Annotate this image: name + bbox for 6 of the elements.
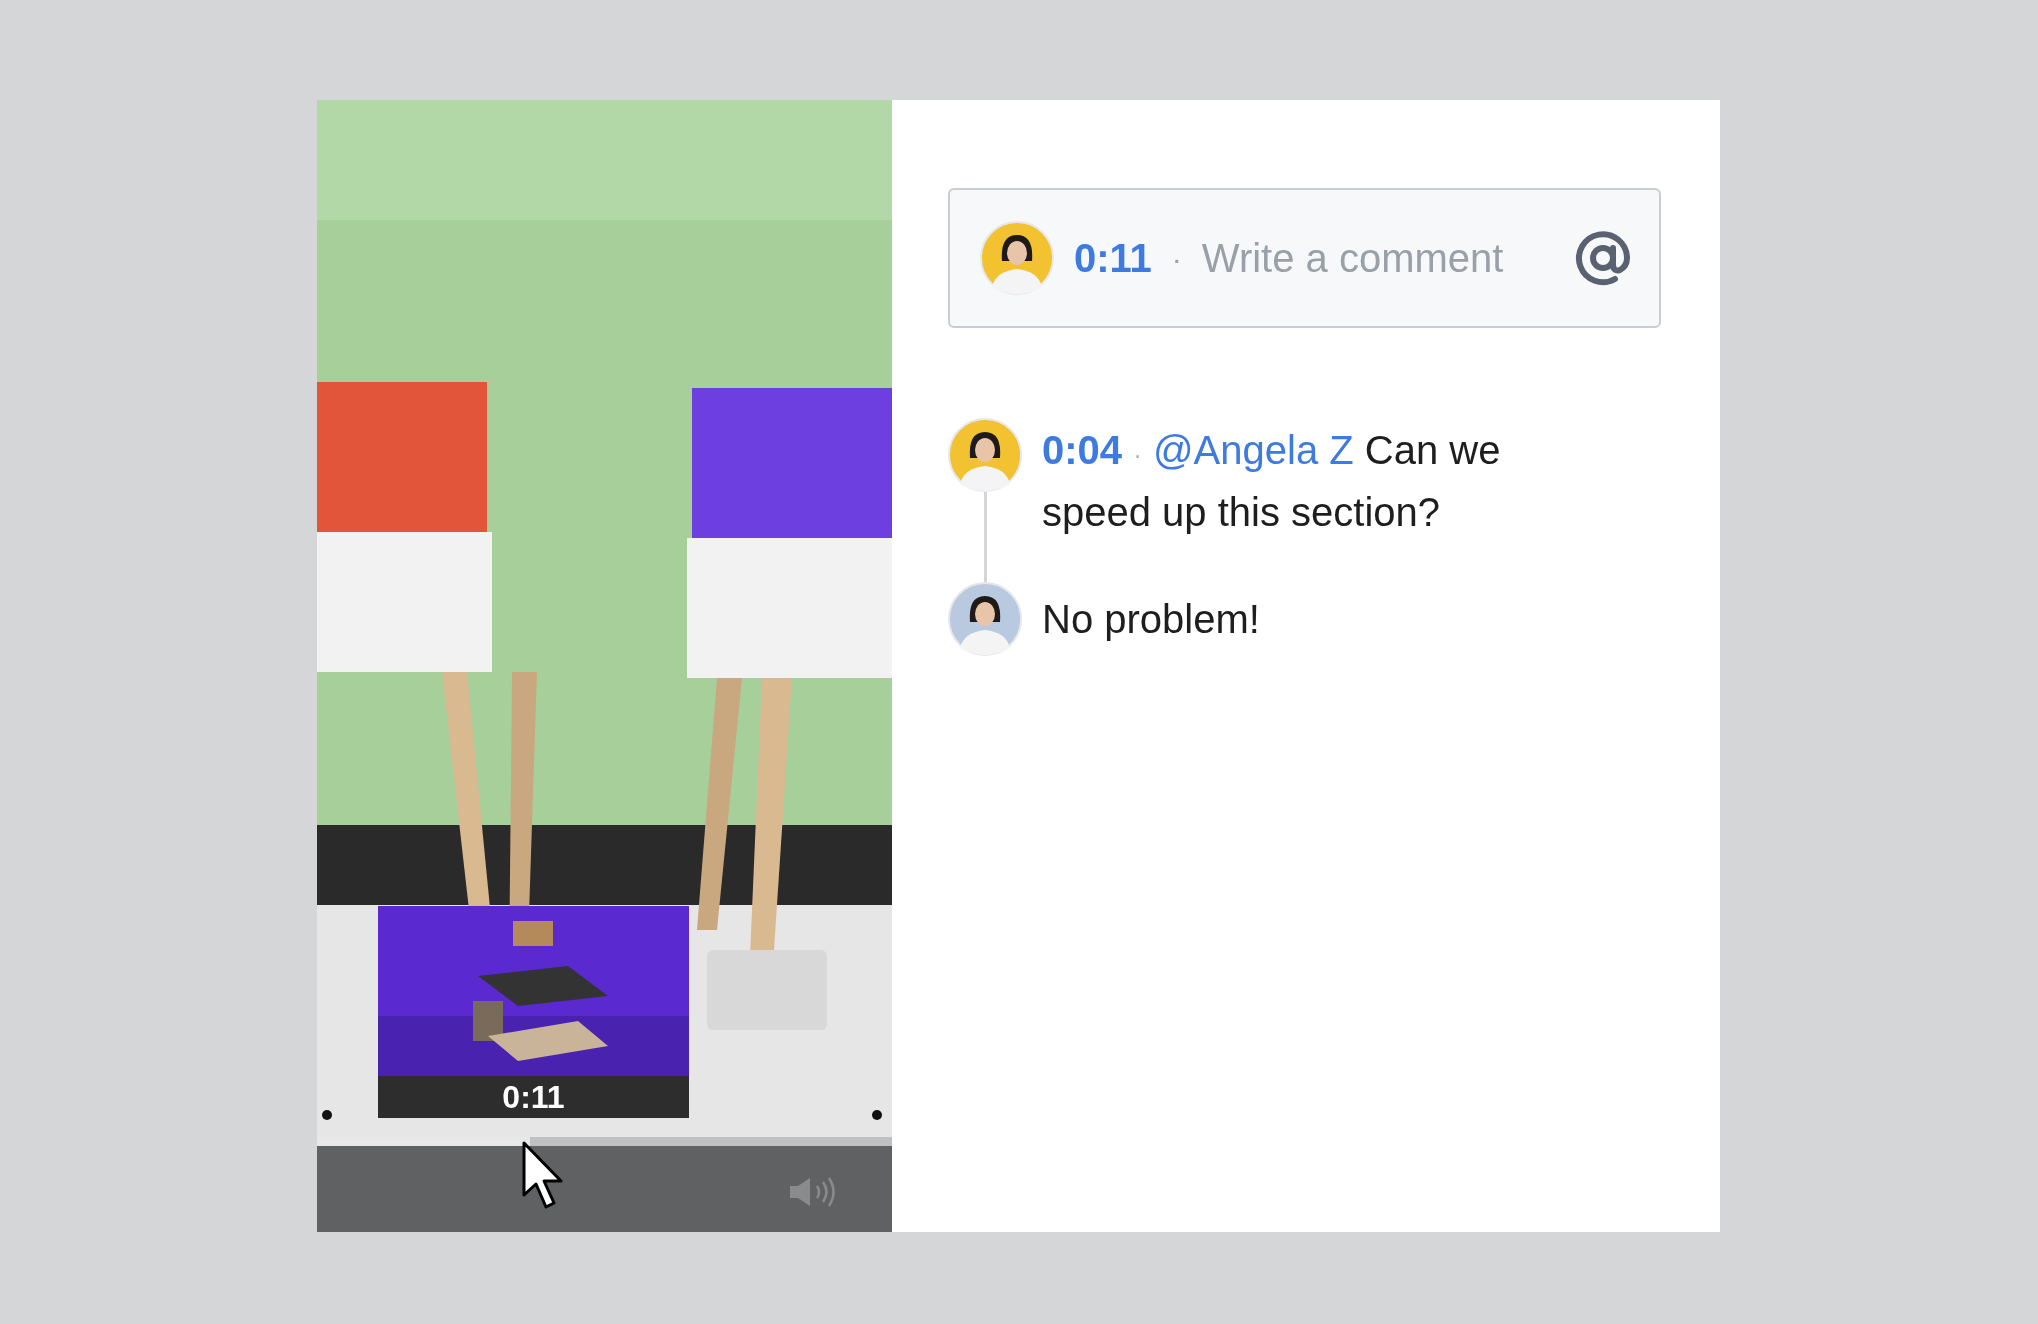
reply-text: No problem!: [1042, 596, 1260, 643]
comment-field[interactable]: 0:11 · Write a comment: [948, 188, 1661, 328]
comment-input[interactable]: Write a comment: [1201, 228, 1555, 288]
comment-text: 0:04 · @Angela Z Can we speed up this section?: [1042, 427, 1502, 536]
separator-dot: ·: [1171, 240, 1182, 277]
timestamp[interactable]: 0:11: [1074, 228, 1152, 288]
